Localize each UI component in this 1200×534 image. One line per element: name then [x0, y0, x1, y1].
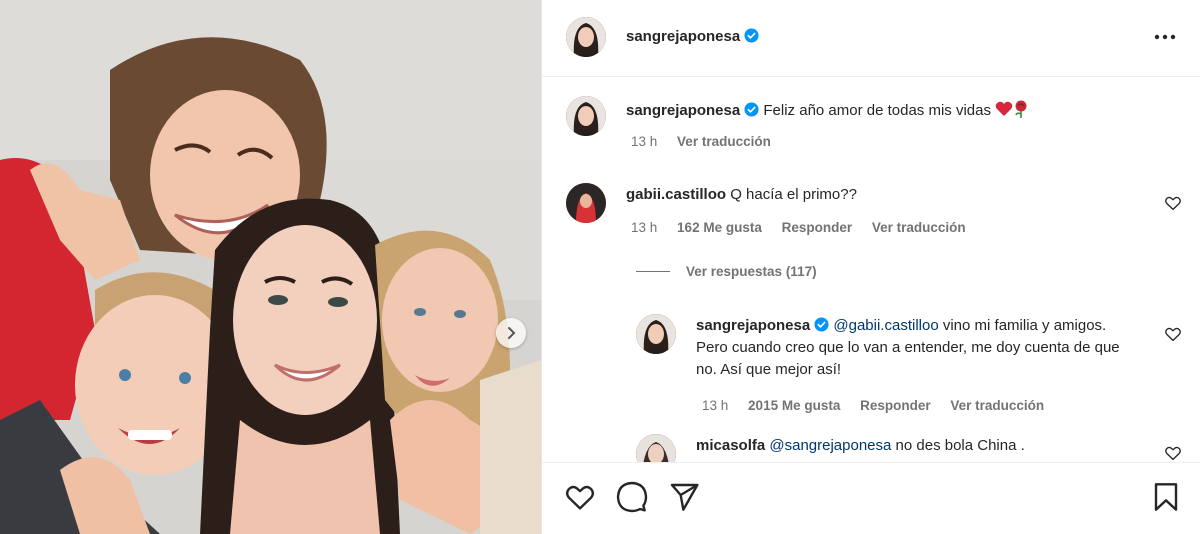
author-username[interactable]: sangrejaponesa: [626, 28, 759, 45]
caption-time: 13 h: [631, 134, 658, 149]
comment-translate-link[interactable]: Ver traducción: [872, 220, 966, 235]
reply-time: 13 h: [702, 398, 729, 413]
reply-likes[interactable]: 2015 Me gusta: [748, 398, 840, 413]
chevron-right-icon: [508, 327, 516, 339]
comment-avatar[interactable]: [566, 183, 606, 223]
caption-username[interactable]: sangrejaponesa: [626, 102, 740, 119]
red-heart-emoji-icon: [995, 101, 1013, 116]
replies-divider-line: [636, 271, 670, 272]
reply-reply-button[interactable]: Responder: [860, 398, 931, 413]
reply-translate-link[interactable]: Ver traducción: [950, 398, 1044, 413]
caption-emoji: [995, 100, 1029, 119]
caption-translate-link[interactable]: Ver traducción: [677, 134, 771, 149]
send-icon[interactable]: [668, 481, 700, 513]
reply-like-heart-icon[interactable]: [1164, 325, 1182, 343]
comment: micasolfa @sangrejaponesa no des bola Ch…: [696, 435, 1136, 457]
caption-meta: 13 h Ver traducción: [631, 134, 787, 149]
more-horizontal-icon[interactable]: [1152, 26, 1178, 48]
author-username-text[interactable]: sangrejaponesa: [626, 28, 740, 45]
post-action-bar: [542, 462, 1200, 534]
comment-mention[interactable]: @sangrejaponesa: [769, 437, 891, 454]
comment-username[interactable]: micasolfa: [696, 437, 765, 454]
author-avatar[interactable]: [566, 17, 606, 57]
caption-avatar[interactable]: [566, 96, 606, 136]
comment-meta: 13 h 162 Me gusta Responder Ver traducci…: [631, 220, 982, 235]
verified-badge-icon: [744, 102, 759, 117]
verified-badge-icon: [744, 28, 759, 43]
comment-likes[interactable]: 162 Me gusta: [677, 220, 762, 235]
comment-username[interactable]: gabii.castilloo: [626, 186, 726, 203]
rose-emoji-icon: [1015, 100, 1027, 118]
comment-reply-button[interactable]: Responder: [782, 220, 853, 235]
comment-icon[interactable]: [616, 481, 648, 513]
caption-text: Feliz año amor de todas mis vidas: [763, 102, 991, 119]
heart-icon[interactable]: [564, 481, 596, 513]
photo-illustration: [0, 0, 541, 534]
comment-time: 13 h: [631, 220, 658, 235]
comment-text: Q hacía el primo??: [730, 186, 857, 203]
post-photo: [0, 0, 541, 534]
avatar-image: [566, 17, 606, 57]
reply-meta: 13 h 2015 Me gusta Responder Ver traducc…: [702, 398, 1060, 413]
reply-avatar[interactable]: [636, 314, 676, 354]
reply-mention[interactable]: @gabii.castilloo: [833, 317, 938, 334]
bookmark-icon[interactable]: [1150, 481, 1182, 513]
view-replies-button[interactable]: Ver respuestas (117): [636, 264, 817, 279]
reply-username[interactable]: sangrejaponesa: [696, 317, 810, 334]
comment: gabii.castilloo Q hacía el primo??: [626, 184, 1146, 206]
post-header: sangrejaponesa: [542, 0, 1200, 77]
comment-like-heart-icon[interactable]: [1164, 194, 1182, 212]
comment-text: no des bola China .: [895, 437, 1025, 454]
carousel-next-button[interactable]: [496, 318, 526, 348]
reply-comment: sangrejaponesa @gabii.castilloo vino mi …: [696, 315, 1136, 381]
verified-badge-icon: [814, 317, 829, 332]
avatar-image: [636, 314, 676, 354]
caption: sangrejaponesa Feliz año amor de todas m…: [626, 100, 1166, 122]
post-detail-panel: sangrejaponesa sangrejaponesa Feliz año …: [541, 0, 1200, 534]
avatar-image: [566, 96, 606, 136]
avatar-image: [566, 183, 606, 223]
comment-like-heart-icon[interactable]: [1164, 444, 1182, 462]
view-replies-label[interactable]: Ver respuestas (117): [686, 264, 817, 279]
